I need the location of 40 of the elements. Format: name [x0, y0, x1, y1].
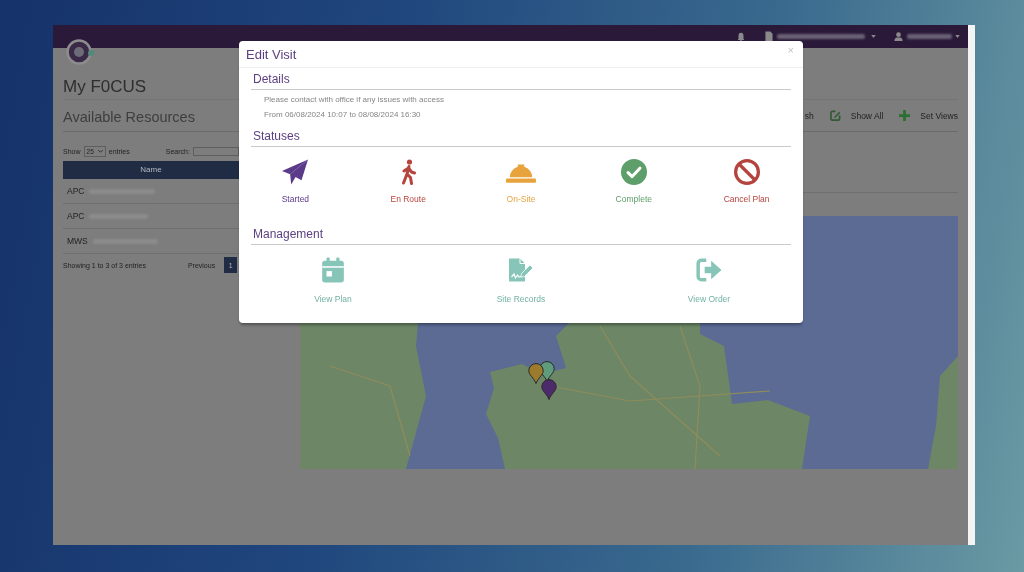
status-button[interactable]: Complete — [615, 159, 652, 204]
detail-text: From 06/08/2024 10:07 to 08/08/2024 16:30 — [264, 110, 422, 120]
section-heading: Management — [251, 228, 791, 245]
table-cell: APC — [67, 211, 85, 221]
bell-icon[interactable] — [736, 31, 746, 42]
management-button[interactable]: View Order — [687, 257, 731, 304]
status-button[interactable]: On-Site — [506, 159, 536, 204]
toolbar-button[interactable]: Set Views — [899, 110, 958, 121]
column-header[interactable]: Name — [63, 161, 239, 179]
signed-document-icon — [508, 257, 534, 283]
user-icon[interactable] — [894, 32, 903, 41]
caret-icon[interactable] — [871, 35, 876, 38]
toolbar-button[interactable]: Show All — [829, 110, 884, 121]
blurred-text — [907, 34, 952, 39]
plus-icon — [899, 110, 911, 121]
management-button[interactable]: Site Records — [496, 257, 546, 304]
table-cell: APC — [67, 186, 85, 196]
map-pin-icon[interactable] — [528, 363, 544, 384]
section-heading: Details — [251, 73, 791, 90]
status-button[interactable]: En Route — [390, 159, 426, 204]
management-button[interactable]: View Plan — [314, 257, 352, 304]
document-icon[interactable] — [765, 31, 773, 42]
dialog-title: Edit Visit — [246, 46, 297, 62]
search-field[interactable] — [192, 147, 239, 156]
scrollbar[interactable] — [968, 25, 975, 545]
edit-icon — [829, 110, 841, 121]
exit-arrow-icon — [696, 257, 722, 283]
map-pin-icon[interactable] — [541, 379, 557, 400]
toolbar-button[interactable]: sh — [804, 110, 814, 121]
page-title: My F0CUS — [63, 77, 147, 97]
logo-icon[interactable] — [66, 39, 94, 65]
calendar-icon — [320, 257, 346, 283]
detail-text: Please contact with office if any issues with access — [264, 95, 445, 105]
status-button[interactable]: Started — [281, 159, 310, 204]
status-button[interactable]: Cancel Plan — [723, 159, 770, 204]
table-cell: MWS — [67, 236, 88, 246]
section-title: Available Resources — [63, 108, 195, 125]
caret-icon — [97, 150, 103, 153]
caret-icon[interactable] — [955, 35, 960, 38]
section-heading: Statuses — [251, 130, 791, 147]
